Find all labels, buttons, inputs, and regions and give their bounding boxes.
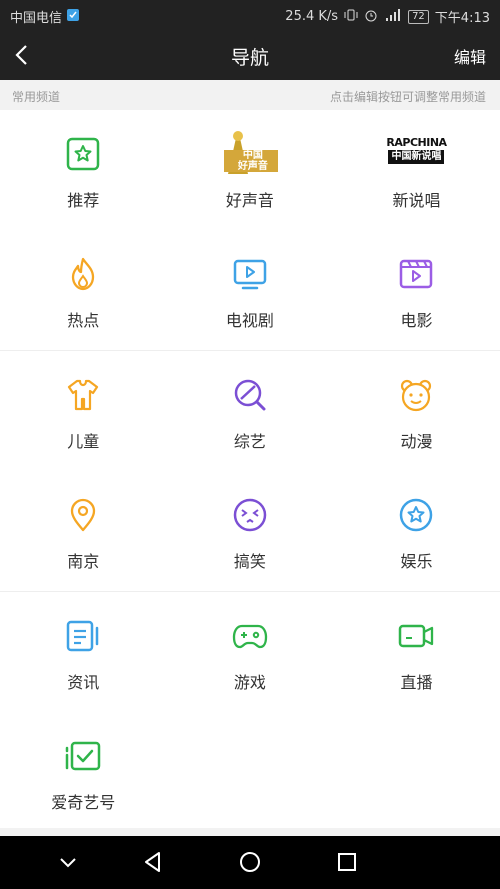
hide-navbar-button[interactable]	[54, 848, 82, 876]
channel-label: 电影	[400, 311, 433, 330]
tv-icon	[230, 254, 270, 294]
channel-games[interactable]: 游戏	[167, 592, 334, 712]
navigation-header: 导航 编辑	[0, 30, 500, 80]
channel-live[interactable]: 直播	[333, 592, 500, 712]
alarm-icon	[364, 8, 378, 26]
channel-label: 爱奇艺号	[51, 793, 116, 812]
channel-voice[interactable]: 中国 好声音 好声音	[167, 110, 334, 230]
channel-nanjing[interactable]: 南京	[0, 471, 167, 591]
battery-indicator: 72	[408, 9, 429, 24]
channel-variety[interactable]: 综艺	[167, 351, 334, 471]
network-speed: 25.4 K/s	[285, 9, 339, 24]
home-circle-icon	[240, 852, 260, 872]
bear-face-icon	[396, 375, 436, 415]
channel-grid: 推荐 中国 好声音 好声音 RAPCHINA 中国新说唱 新说唱 热点 电视剧 …	[0, 110, 500, 828]
home-button[interactable]	[236, 848, 264, 876]
channel-label: 游戏	[233, 673, 266, 692]
kids-clothes-icon	[63, 375, 103, 415]
app-notification-icon	[66, 8, 80, 26]
channel-label: 综艺	[233, 432, 266, 451]
channel-anime[interactable]: 动漫	[333, 351, 500, 471]
channel-label: 直播	[400, 673, 433, 692]
signal-icon	[384, 8, 402, 26]
channel-recommend[interactable]: 推荐	[0, 110, 167, 230]
channel-section: 推荐 中国 好声音 好声音 RAPCHINA 中国新说唱 新说唱 热点 电视剧 …	[0, 110, 500, 351]
channel-hot[interactable]: 热点	[0, 230, 167, 350]
channel-label: 儿童	[67, 432, 100, 451]
channel-iqiyi-account[interactable]: 爱奇艺号	[0, 712, 167, 832]
voice-logo-text-2: 好声音	[237, 161, 268, 172]
back-triangle-icon	[145, 852, 160, 872]
voice-of-china-logo: 中国 好声音	[218, 128, 282, 176]
channel-label: 动漫	[400, 432, 433, 451]
channel-rap[interactable]: RAPCHINA 中国新说唱 新说唱	[333, 110, 500, 230]
channel-section: 儿童 综艺 动漫 南京 搞笑 娱乐	[0, 351, 500, 592]
channel-funny[interactable]: 搞笑	[167, 471, 334, 591]
edit-button[interactable]: 编辑	[454, 44, 486, 68]
channel-section: 资讯 游戏 直播 爱奇艺号	[0, 592, 500, 832]
chevron-down-icon	[60, 858, 76, 868]
channel-news[interactable]: 资讯	[0, 592, 167, 712]
channel-movie[interactable]: 电影	[333, 230, 500, 350]
film-icon	[396, 254, 436, 294]
channel-label: 搞笑	[233, 552, 266, 571]
funny-face-icon	[230, 495, 270, 535]
recents-square-icon	[338, 853, 356, 871]
voice-logo-text-1: 中国	[242, 150, 263, 161]
rap-logo-text-2: 中国新说唱	[388, 150, 445, 164]
iqiyi-account-icon	[63, 736, 103, 776]
clock: 下午4:13	[434, 11, 490, 26]
rap-logo-text-1: RAPCHINA	[386, 136, 447, 149]
fire-icon	[63, 254, 103, 294]
carrier-name: 中国电信	[10, 11, 63, 26]
section-hint: 点击编辑按钮可调整常用频道	[329, 90, 486, 104]
channel-label: 推荐	[67, 191, 100, 210]
channel-label: 热点	[67, 311, 100, 330]
channel-tv-series[interactable]: 电视剧	[167, 230, 334, 350]
channel-label: 好声音	[225, 191, 274, 210]
vibrate-icon	[344, 8, 358, 26]
variety-icon	[230, 375, 270, 415]
section-title: 常用频道	[12, 90, 61, 104]
recents-button[interactable]	[333, 848, 361, 876]
channel-label: 资讯	[67, 673, 100, 692]
location-pin-icon	[63, 495, 103, 535]
system-navigation-bar	[0, 836, 500, 889]
channel-label: 娱乐	[400, 552, 433, 571]
channel-label: 新说唱	[392, 191, 441, 210]
channel-label: 电视剧	[225, 311, 274, 330]
channel-label: 南京	[67, 552, 100, 571]
section-header: 常用频道 点击编辑按钮可调整常用频道	[0, 80, 500, 110]
news-icon	[63, 616, 103, 656]
live-camera-icon	[396, 616, 436, 656]
star-square-icon	[63, 134, 103, 174]
rap-of-china-logo: RAPCHINA 中国新说唱	[384, 132, 448, 172]
page-title: 导航	[230, 47, 269, 69]
back-nav-button[interactable]	[139, 848, 167, 876]
gamepad-icon	[230, 616, 270, 656]
channel-kids[interactable]: 儿童	[0, 351, 167, 471]
channel-entertainment[interactable]: 娱乐	[333, 471, 500, 591]
star-circle-icon	[396, 495, 436, 535]
status-bar: 中国电信 25.4 K/s 72 下午4:13	[0, 0, 500, 30]
